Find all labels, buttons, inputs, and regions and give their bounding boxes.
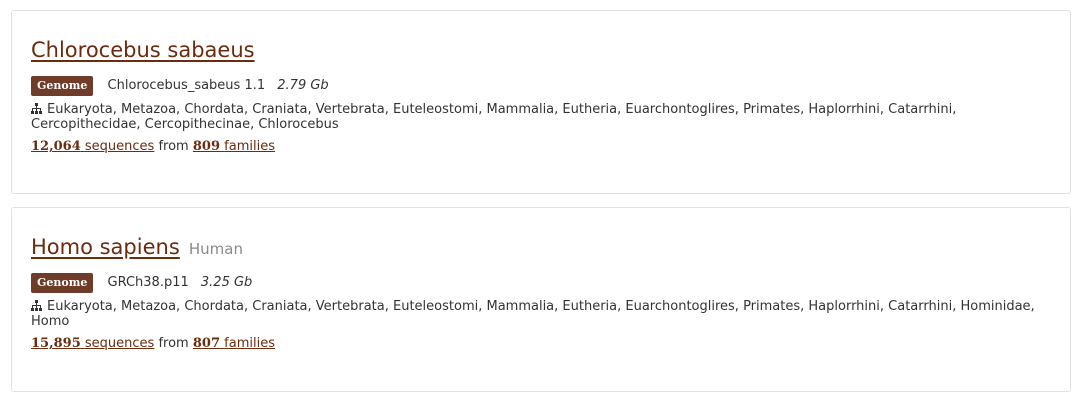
genome-result-card: Chlorocebus sabaeus Genome Chlorocebus_s…	[11, 10, 1071, 194]
species-link[interactable]: Homo sapiens	[31, 235, 180, 259]
card-title-row: Chlorocebus sabaeus	[31, 35, 1051, 65]
from-text: from	[158, 139, 189, 154]
families-count: 807	[192, 336, 221, 351]
genome-size: 3.25 Gb	[200, 275, 253, 290]
taxonomy-lineage: Eukaryota, Metazoa, Chordata, Craniata, …	[31, 299, 1051, 329]
sequence-counts: 15,895 sequences from 807 families	[31, 335, 1051, 353]
lineage-text: Eukaryota, Metazoa, Chordata, Craniata, …	[31, 102, 957, 132]
genome-badge: Genome	[31, 273, 94, 293]
from-text: from	[158, 336, 189, 351]
card-title-row: Homo sapiens Human	[31, 232, 1051, 262]
genome-size: 2.79 Gb	[277, 78, 329, 93]
families-label: families	[224, 139, 275, 154]
sitemap-icon	[31, 103, 42, 114]
genome-results-list: Chlorocebus sabaeus Genome Chlorocebus_s…	[0, 0, 1080, 402]
sequences-label: sequences	[84, 139, 155, 154]
sequence-counts: 12,064 sequences from 809 families	[31, 138, 1051, 156]
families-label: families	[224, 336, 275, 351]
families-count: 809	[192, 139, 221, 154]
assembly-name: GRCh38.p11	[107, 275, 189, 290]
sequences-count: 15,895	[31, 336, 81, 351]
sequences-link[interactable]: 15,895 sequences	[31, 336, 154, 351]
sequences-count: 12,064	[31, 139, 81, 154]
sitemap-icon	[31, 300, 42, 311]
lineage-text: Eukaryota, Metazoa, Chordata, Craniata, …	[31, 299, 1035, 329]
families-link[interactable]: 809 families	[193, 139, 275, 154]
genome-result-card: Homo sapiens Human Genome GRCh38.p11 3.2…	[11, 207, 1071, 392]
genome-info-row: Genome GRCh38.p11 3.25 Gb	[31, 273, 1051, 293]
sequences-link[interactable]: 12,064 sequences	[31, 139, 154, 154]
species-link[interactable]: Chlorocebus sabaeus	[31, 38, 255, 62]
genome-info-row: Genome Chlorocebus_sabeus 1.1 2.79 Gb	[31, 76, 1051, 96]
taxonomy-lineage: Eukaryota, Metazoa, Chordata, Craniata, …	[31, 102, 1051, 132]
common-name: Human	[188, 240, 243, 258]
families-link[interactable]: 807 families	[193, 336, 275, 351]
genome-badge: Genome	[31, 76, 94, 96]
sequences-label: sequences	[84, 336, 155, 351]
assembly-name: Chlorocebus_sabeus 1.1	[107, 78, 266, 93]
